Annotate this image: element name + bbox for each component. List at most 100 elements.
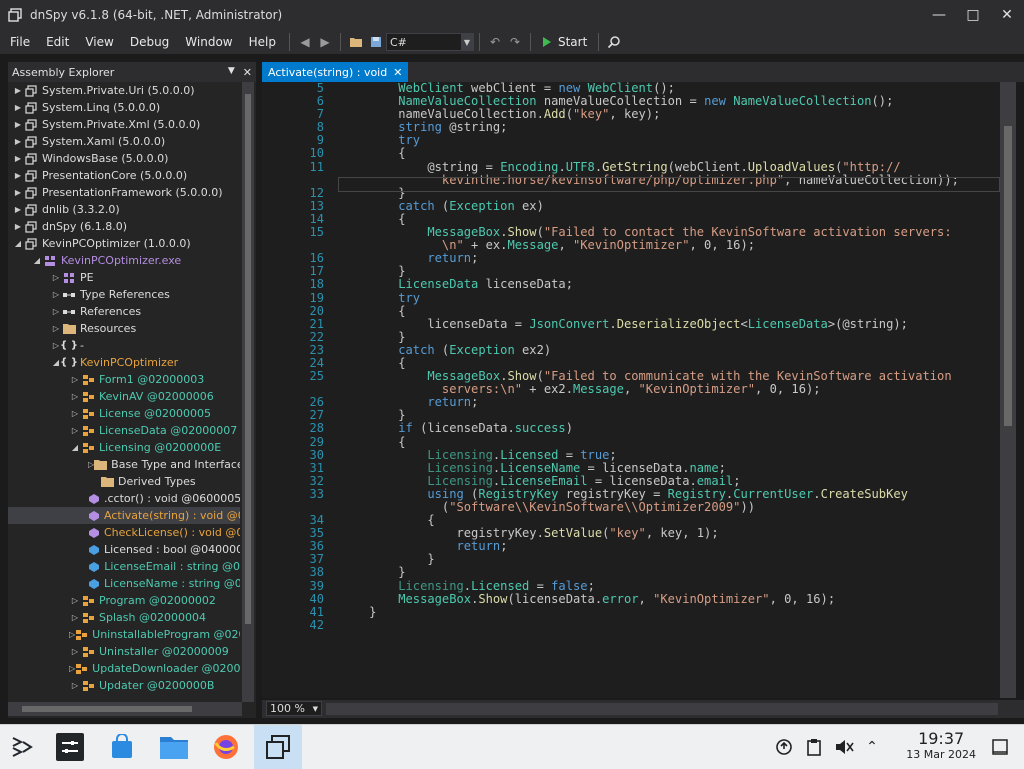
tree-item[interactable]: ▷ KevinAV @02000006: [8, 388, 240, 405]
editor-vertical-scrollbar[interactable]: [1000, 82, 1016, 698]
tree-item[interactable]: ▶ PresentationFramework (5.0.0.0): [8, 184, 240, 201]
system-settings-button[interactable]: [52, 729, 88, 765]
code-line[interactable]: }: [340, 605, 959, 619]
tree-item[interactable]: ▷ PE: [8, 269, 240, 286]
tree-item[interactable]: LicenseEmail : string @0: [8, 558, 240, 575]
tree-item[interactable]: ▷ Uninstaller @02000009: [8, 643, 240, 660]
tree-item[interactable]: .cctor() : void @0600005: [8, 490, 240, 507]
expand-arrow-icon[interactable]: ▷: [69, 647, 81, 656]
tree-item[interactable]: ▷ Updater @0200000B: [8, 677, 240, 694]
code-line[interactable]: try: [340, 134, 959, 147]
software-store-button[interactable]: [104, 729, 140, 765]
menu-view[interactable]: View: [77, 30, 121, 54]
tree-item[interactable]: ◢{ } KevinPCOptimizer: [8, 354, 240, 371]
tree-item[interactable]: Licensed : bool @040000: [8, 541, 240, 558]
tab-activate[interactable]: Activate(string) : void ✕: [262, 62, 409, 82]
tree-item[interactable]: Activate(string) : void @0: [8, 507, 240, 524]
code-line[interactable]: return;: [340, 252, 959, 265]
panel-menu-chevron-icon[interactable]: ▼: [228, 66, 235, 79]
minimize-button[interactable]: —: [922, 0, 956, 30]
code-line[interactable]: string @string;: [340, 121, 959, 134]
code-text[interactable]: WebClient webClient = new WebClient(); N…: [340, 82, 959, 632]
file-manager-button[interactable]: [156, 729, 192, 765]
code-line[interactable]: if (licenseData.success): [340, 422, 959, 435]
menu-file[interactable]: File: [2, 30, 38, 54]
tree-item[interactable]: LicenseName : string @0: [8, 575, 240, 592]
redo-button[interactable]: ↷: [505, 30, 525, 54]
navigate-forward-button[interactable]: ▶: [315, 30, 335, 54]
assembly-tree[interactable]: ▶ System.Private.Uri (5.0.0.0) ▶ System.Lin…: [8, 82, 240, 702]
tree-item[interactable]: ▶ PresentationCore (5.0.0.0): [8, 167, 240, 184]
dnspy-taskbar-button[interactable]: [254, 725, 302, 769]
language-select[interactable]: C# ▼: [385, 33, 474, 51]
tree-item[interactable]: ▷ UpdateDownloader @02000: [8, 660, 240, 677]
tree-item[interactable]: ◢ KevinPCOptimizer (1.0.0.0): [8, 235, 240, 252]
expand-arrow-icon[interactable]: ▷: [69, 613, 81, 622]
tree-item[interactable]: ▷ Resources: [8, 320, 240, 337]
tree-item[interactable]: ▷ Type References: [8, 286, 240, 303]
expand-arrow-icon[interactable]: ▶: [12, 222, 24, 231]
tree-item[interactable]: ▷ Base Type and Interfaces: [8, 456, 240, 473]
show-desktop-button[interactable]: [982, 729, 1018, 765]
expand-arrow-icon[interactable]: ▷: [69, 426, 81, 435]
expand-arrow-icon[interactable]: ◢: [31, 256, 43, 265]
tree-item[interactable]: ▷ Form1 @02000003: [8, 371, 240, 388]
tree-item[interactable]: ▷{ } -: [8, 337, 240, 354]
tree-item[interactable]: ▶ System.Private.Xml (5.0.0.0): [8, 116, 240, 133]
menu-edit[interactable]: Edit: [38, 30, 77, 54]
tree-item[interactable]: ◢ Licensing @0200000E: [8, 439, 240, 456]
maximize-button[interactable]: □: [956, 0, 990, 30]
tree-vertical-scrollbar[interactable]: [242, 82, 254, 702]
code-line[interactable]: }: [340, 566, 959, 579]
expand-arrow-icon[interactable]: ▷: [69, 409, 81, 418]
expand-arrow-icon[interactable]: ▷: [69, 392, 81, 401]
code-editor[interactable]: 5 6 7 8 9 10 11 12 13 14 15 16 17 18 19 20 21 22 23 24 25 26 2…: [262, 82, 1000, 698]
expand-arrow-icon[interactable]: ▶: [12, 137, 24, 146]
code-line[interactable]: try: [340, 291, 959, 305]
menu-debug[interactable]: Debug: [122, 30, 177, 54]
close-button[interactable]: ✕: [990, 0, 1024, 30]
firefox-button[interactable]: [208, 729, 244, 765]
expand-arrow-icon[interactable]: ▷: [50, 324, 62, 333]
expand-arrow-icon[interactable]: ▷: [50, 307, 62, 316]
code-line[interactable]: LicenseData licenseData;: [340, 278, 959, 291]
search-button[interactable]: [604, 30, 624, 54]
navigate-back-button[interactable]: ◀: [295, 30, 315, 54]
expand-arrow-icon[interactable]: ◢: [12, 239, 24, 248]
tree-item[interactable]: ▶ WindowsBase (5.0.0.0): [8, 150, 240, 167]
expand-arrow-icon[interactable]: ▷: [50, 273, 62, 282]
expand-arrow-icon[interactable]: ▶: [12, 86, 24, 95]
code-line[interactable]: catch (Exception ex2): [340, 343, 959, 357]
tree-hscroll-thumb[interactable]: [22, 706, 192, 712]
expand-arrow-icon[interactable]: ▶: [12, 154, 24, 163]
panel-close-icon[interactable]: ✕: [243, 66, 252, 79]
code-line[interactable]: {: [340, 435, 959, 449]
expand-arrow-icon[interactable]: ▷: [50, 290, 62, 299]
tree-item[interactable]: Derived Types: [8, 473, 240, 490]
tree-item[interactable]: ▷ References: [8, 303, 240, 320]
menu-window[interactable]: Window: [177, 30, 240, 54]
expand-arrow-icon[interactable]: ▶: [12, 103, 24, 112]
tree-item[interactable]: ◢ KevinPCOptimizer.exe: [8, 252, 240, 269]
code-line[interactable]: licenseData = JsonConvert.DeserializeObj…: [340, 317, 959, 331]
zoom-select[interactable]: 100 % ▼: [266, 701, 322, 716]
menu-help[interactable]: Help: [241, 30, 284, 54]
tree-item[interactable]: ▷ UninstallableProgram @0200: [8, 626, 240, 643]
expand-arrow-icon[interactable]: ▷: [69, 681, 81, 690]
expand-arrow-icon[interactable]: ▷: [69, 596, 81, 605]
tree-item[interactable]: ▶ System.Linq (5.0.0.0): [8, 99, 240, 116]
tree-item[interactable]: ▶ dnlib (3.3.2.0): [8, 201, 240, 218]
code-line[interactable]: return;: [340, 396, 959, 409]
tree-item[interactable]: ▷ License @02000005: [8, 405, 240, 422]
tree-horizontal-scrollbar[interactable]: [8, 702, 242, 716]
tree-item[interactable]: ▶ dnSpy (6.1.8.0): [8, 218, 240, 235]
application-launcher-button[interactable]: [4, 729, 40, 765]
expand-arrow-icon[interactable]: ▶: [12, 171, 24, 180]
expand-arrow-icon[interactable]: ◢: [69, 443, 81, 452]
expand-arrow-icon[interactable]: ▶: [12, 120, 24, 129]
expand-arrow-icon[interactable]: ▶: [12, 205, 24, 214]
tree-item[interactable]: CheckLicense() : void @0: [8, 524, 240, 541]
code-line[interactable]: [340, 619, 959, 632]
tree-item[interactable]: ▷ Splash @02000004: [8, 609, 240, 626]
tab-close-icon[interactable]: ✕: [393, 66, 402, 79]
